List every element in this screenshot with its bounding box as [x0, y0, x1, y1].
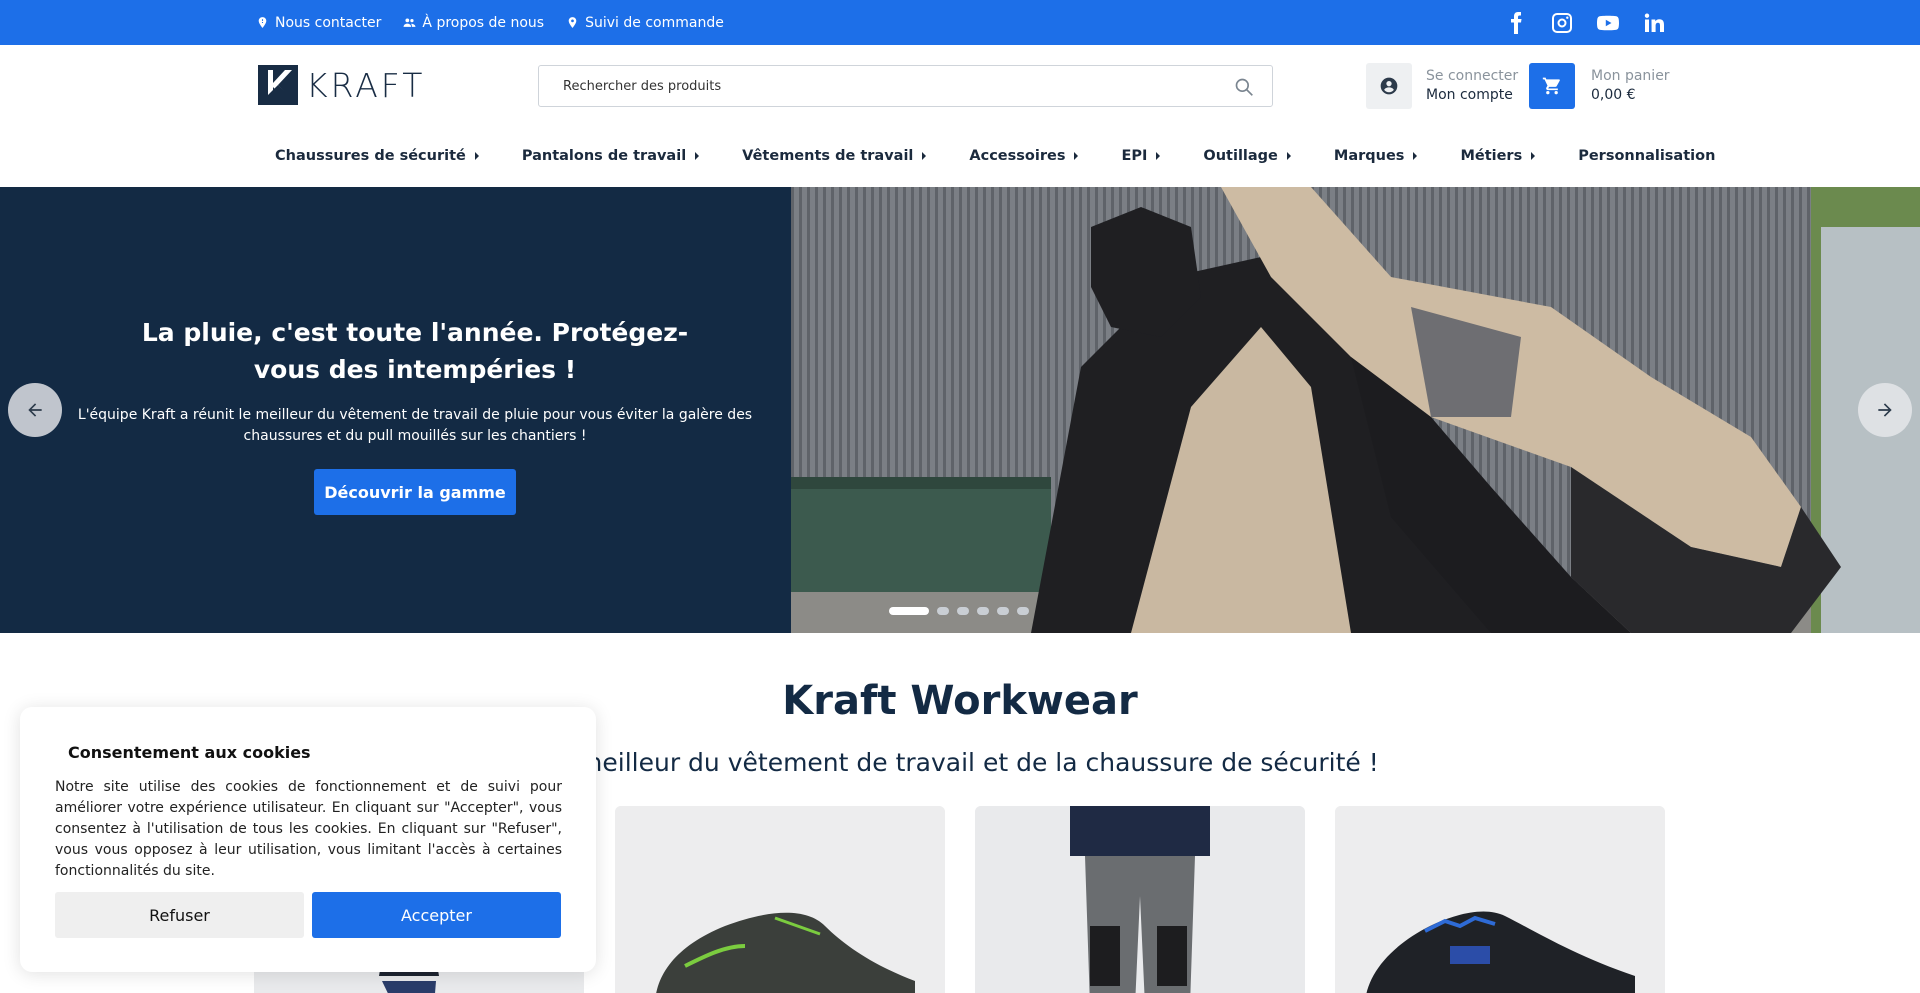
nav-label: Marques	[1333, 148, 1405, 164]
hero-title: La pluie, c'est toute l'année. Protégez-…	[141, 318, 689, 384]
brand-name: KRAFT	[306, 65, 426, 105]
nav-label: EPI	[1121, 148, 1148, 164]
carousel-prev-button[interactable]	[8, 383, 62, 437]
hero-text: L'équipe Kraft a réunit le meilleur du v…	[77, 407, 753, 444]
caret-right-icon	[1531, 152, 1536, 160]
search-input[interactable]	[563, 78, 1203, 94]
carousel-dots	[889, 607, 1029, 615]
product-card[interactable]	[1335, 806, 1665, 993]
location-icon	[568, 17, 577, 28]
arrow-left-icon	[28, 403, 42, 417]
product-image	[615, 806, 945, 993]
kraft-logo[interactable]: KRAFT	[258, 65, 425, 105]
youtube-link[interactable]	[1596, 11, 1620, 35]
carousel-next-button[interactable]	[1858, 383, 1912, 437]
nav-item-personnalisation[interactable]: Personnalisation	[1578, 148, 1715, 164]
carousel-dot-3[interactable]	[957, 607, 969, 615]
contact-link[interactable]: Nous contacter	[256, 15, 381, 31]
linkedin-link[interactable]	[1642, 11, 1666, 35]
carousel-dot-6[interactable]	[1017, 607, 1029, 615]
carousel-dot-1[interactable]	[889, 607, 929, 615]
instagram-link[interactable]	[1550, 11, 1574, 35]
people-icon	[403, 18, 416, 27]
nav-label: Pantalons de travail	[521, 148, 687, 164]
nav-item-chaussures[interactable]: Chaussures de sécurité	[275, 148, 479, 164]
header: KRAFT Se connecter Mon compte Mon panier…	[0, 45, 1920, 125]
nav-label: Métiers	[1460, 148, 1523, 164]
nav-item-outillage[interactable]: Outillage	[1203, 148, 1291, 164]
cart-area[interactable]: Mon panier 0,00 €	[1529, 63, 1670, 109]
nav-item-epi[interactable]: EPI	[1121, 148, 1161, 164]
account-text[interactable]: Se connecter Mon compte	[1426, 67, 1518, 105]
nav-label: Vêtements de travail	[742, 148, 914, 164]
cart-icon	[1542, 77, 1560, 95]
youtube-icon	[1597, 15, 1619, 30]
search-icon[interactable]	[1234, 77, 1254, 97]
nav-item-accessoires[interactable]: Accessoires	[969, 148, 1079, 164]
product-card[interactable]	[615, 806, 945, 993]
cart-text[interactable]: Mon panier 0,00 €	[1591, 67, 1670, 105]
nav-label: Chaussures de sécurité	[275, 148, 466, 164]
nav-label: Personnalisation	[1578, 148, 1716, 164]
caret-right-icon	[695, 152, 700, 160]
product-image	[1335, 806, 1665, 993]
cookie-consent-dialog: Consentement aux cookies Notre site util…	[20, 707, 596, 972]
caret-right-icon	[922, 152, 927, 160]
caret-right-icon	[474, 152, 479, 160]
kraft-logo-mark	[258, 65, 298, 105]
map-pin-icon	[258, 17, 267, 28]
about-link[interactable]: À propos de nous	[403, 15, 544, 31]
carousel-dot-2[interactable]	[937, 607, 949, 615]
facebook-link[interactable]	[1504, 11, 1528, 35]
caret-right-icon	[1286, 152, 1291, 160]
account-area[interactable]: Se connecter Mon compte	[1366, 63, 1518, 109]
hero-image	[791, 187, 1920, 633]
refuse-button[interactable]: Refuser	[55, 892, 304, 938]
order-tracking-link[interactable]: Suivi de commande	[566, 15, 724, 31]
product-card[interactable]	[975, 806, 1305, 993]
arrow-right-icon	[1878, 403, 1892, 417]
my-account-label[interactable]: Mon compte	[1426, 86, 1518, 105]
nav-label: Outillage	[1203, 148, 1278, 164]
cookie-title: Consentement aux cookies	[68, 743, 311, 762]
product-image	[975, 806, 1305, 993]
login-label[interactable]: Se connecter	[1426, 67, 1518, 86]
facebook-icon	[1511, 11, 1522, 34]
nav-item-vetements[interactable]: Vêtements de travail	[742, 148, 927, 164]
cart-total: 0,00 €	[1591, 87, 1636, 103]
nav-item-pantalons[interactable]: Pantalons de travail	[521, 148, 700, 164]
top-bar: Nous contacter À propos de nous Suivi de…	[0, 0, 1920, 45]
nav-list: Chaussures de sécurité Pantalons de trav…	[275, 125, 1758, 187]
cookie-text: Notre site utilise des cookies de foncti…	[55, 779, 562, 879]
contact-link-label: Nous contacter	[275, 14, 382, 31]
carousel-dot-5[interactable]	[997, 607, 1009, 615]
cart-label: Mon panier	[1591, 68, 1670, 84]
caret-right-icon	[1413, 152, 1418, 160]
cart-button[interactable]	[1529, 63, 1575, 109]
accept-button[interactable]: Accepter	[312, 892, 561, 938]
nav-item-marques[interactable]: Marques	[1334, 148, 1418, 164]
main-nav: Chaussures de sécurité Pantalons de trav…	[0, 125, 1920, 187]
caret-right-icon	[1156, 152, 1161, 160]
social-links	[1504, 0, 1666, 45]
search-bar[interactable]	[538, 65, 1273, 107]
nav-item-metiers[interactable]: Métiers	[1460, 148, 1536, 164]
top-links: Nous contacter À propos de nous Suivi de…	[256, 0, 724, 45]
nav-label: Accessoires	[969, 148, 1066, 164]
hero-photo-illustration	[791, 187, 1920, 633]
instagram-icon	[1552, 12, 1572, 33]
user-icon	[1380, 77, 1398, 95]
carousel-dot-4[interactable]	[977, 607, 989, 615]
hero-text-panel: La pluie, c'est toute l'année. Protégez-…	[0, 187, 791, 633]
linkedin-icon	[1644, 13, 1664, 32]
account-button[interactable]	[1366, 63, 1412, 109]
caret-right-icon	[1074, 152, 1079, 160]
order-tracking-label: Suivi de commande	[585, 14, 724, 31]
discover-range-button[interactable]: Découvrir la gamme	[314, 469, 516, 515]
hero-carousel: La pluie, c'est toute l'année. Protégez-…	[0, 187, 1920, 633]
about-link-label: À propos de nous	[422, 14, 545, 31]
